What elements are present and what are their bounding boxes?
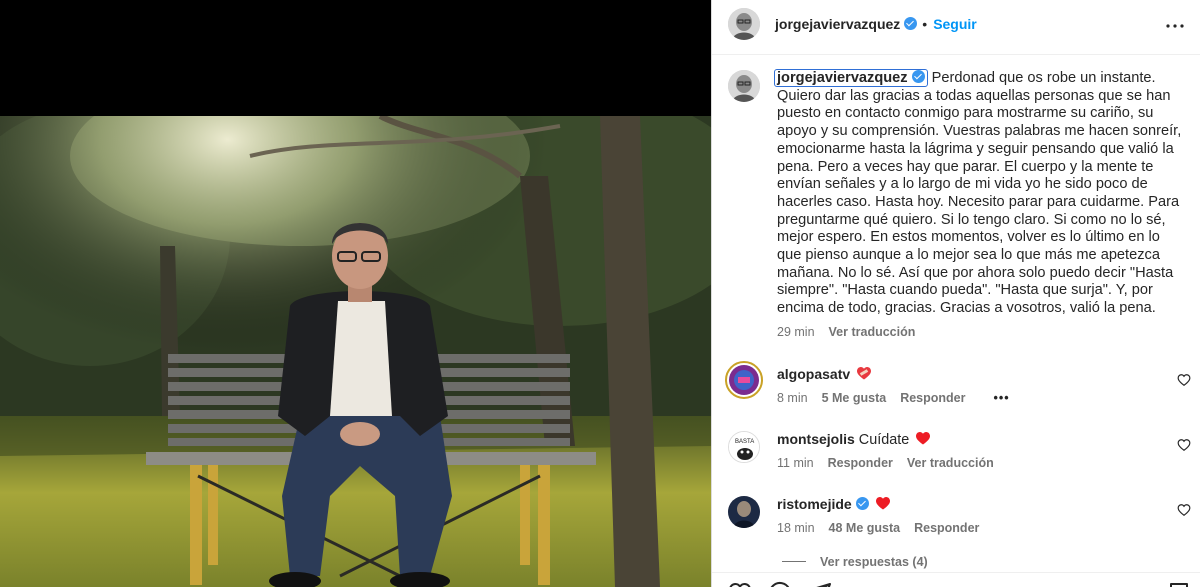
author-avatar-image — [728, 8, 760, 40]
verified-icon — [855, 497, 869, 510]
translate-button[interactable]: Ver traducción — [907, 456, 994, 470]
comment-text: algopasatv — [777, 366, 872, 383]
comment-time: 11 min — [777, 456, 814, 470]
verified-icon — [911, 70, 925, 83]
action-bar — [712, 572, 1200, 587]
comment-avatar[interactable]: BASTA — [728, 431, 760, 463]
montsejolis-avatar-image: BASTA — [729, 432, 759, 462]
comment-icon[interactable] — [768, 581, 792, 587]
separator-dot: • — [922, 16, 928, 32]
svg-text:BASTA: BASTA — [735, 439, 754, 445]
comment-avatar[interactable] — [725, 361, 763, 399]
reply-button[interactable]: Responder — [828, 456, 893, 470]
comment-username[interactable]: algopasatv — [777, 366, 850, 382]
more-options-icon[interactable] — [1163, 14, 1187, 38]
comment-text: montsejolis Cuídate — [777, 431, 931, 448]
comment-username[interactable]: montsejolis — [777, 431, 855, 447]
share-icon[interactable] — [808, 581, 832, 587]
algopasatv-avatar-image — [729, 365, 759, 395]
ristomejide-avatar-image — [728, 496, 760, 528]
reply-button[interactable]: Responder — [914, 521, 979, 535]
follow-button[interactable]: Seguir — [933, 16, 977, 32]
comment-meta: 18 min 48 Me gusta Responder — [777, 521, 979, 535]
post-header: jorgejaviervazquez • Seguir — [712, 0, 1200, 55]
save-icon[interactable] — [1167, 581, 1191, 587]
comment-more-icon[interactable]: ••• — [993, 391, 1009, 405]
comment-likes[interactable]: 5 Me gusta — [822, 391, 887, 405]
caption-username[interactable]: jorgejaviervazquez — [774, 69, 928, 87]
like-comment-icon[interactable] — [1177, 503, 1191, 517]
photo-scene — [0, 116, 711, 587]
verified-icon — [904, 17, 918, 30]
view-replies-button[interactable]: Ver respuestas (4) — [820, 555, 928, 569]
comment-avatar[interactable] — [728, 496, 760, 528]
like-comment-icon[interactable] — [1177, 438, 1191, 452]
header-author: jorgejaviervazquez • Seguir — [775, 16, 977, 32]
red-heart-icon — [916, 432, 931, 445]
comment-username[interactable]: ristomejide — [777, 496, 852, 512]
author-username[interactable]: jorgejaviervazquez — [775, 16, 900, 32]
caption-time: 29 min — [777, 324, 815, 339]
comment-time: 18 min — [777, 521, 815, 535]
caption-text: Perdonad que os robe un instante. Quiero… — [777, 70, 1182, 317]
author-avatar[interactable] — [728, 8, 760, 40]
comment-time: 8 min — [777, 391, 808, 405]
red-heart-icon — [875, 497, 890, 510]
heart-with-bandage-icon — [857, 367, 872, 380]
comment-body: Cuídate — [858, 432, 910, 448]
translate-button[interactable]: Ver traducción — [829, 325, 916, 339]
reply-button[interactable]: Responder — [900, 391, 965, 405]
post-caption: jorgejaviervazquez Perdonad que os robe … — [774, 69, 1182, 342]
comment-item: algopasatv 8 min 5 Me gusta Responder ••• — [712, 361, 1200, 426]
comment-meta: 8 min 5 Me gusta Responder ••• — [777, 391, 1010, 405]
post-media — [0, 0, 711, 587]
caption-meta: 29 min Ver traducción — [777, 324, 1182, 342]
caption-avatar[interactable] — [728, 70, 760, 102]
post-panel: jorgejaviervazquez • Seguir jorgejaviervaz… — [711, 0, 1200, 587]
comment-meta: 11 min Responder Ver traducción — [777, 456, 994, 470]
caption-username-text: jorgejaviervazquez — [777, 70, 908, 86]
comment-text: ristomejide — [777, 496, 890, 513]
like-comment-icon[interactable] — [1177, 373, 1191, 387]
comment-likes[interactable]: 48 Me gusta — [829, 521, 901, 535]
comment-item: BASTA montsejolis Cuídate 11 min Responde… — [712, 431, 1200, 491]
post-photo — [0, 116, 711, 587]
comment-item: ristomejide 18 min 48 Me gusta Responder — [712, 496, 1200, 556]
caption-avatar-image — [728, 70, 760, 102]
like-icon[interactable] — [728, 581, 752, 587]
